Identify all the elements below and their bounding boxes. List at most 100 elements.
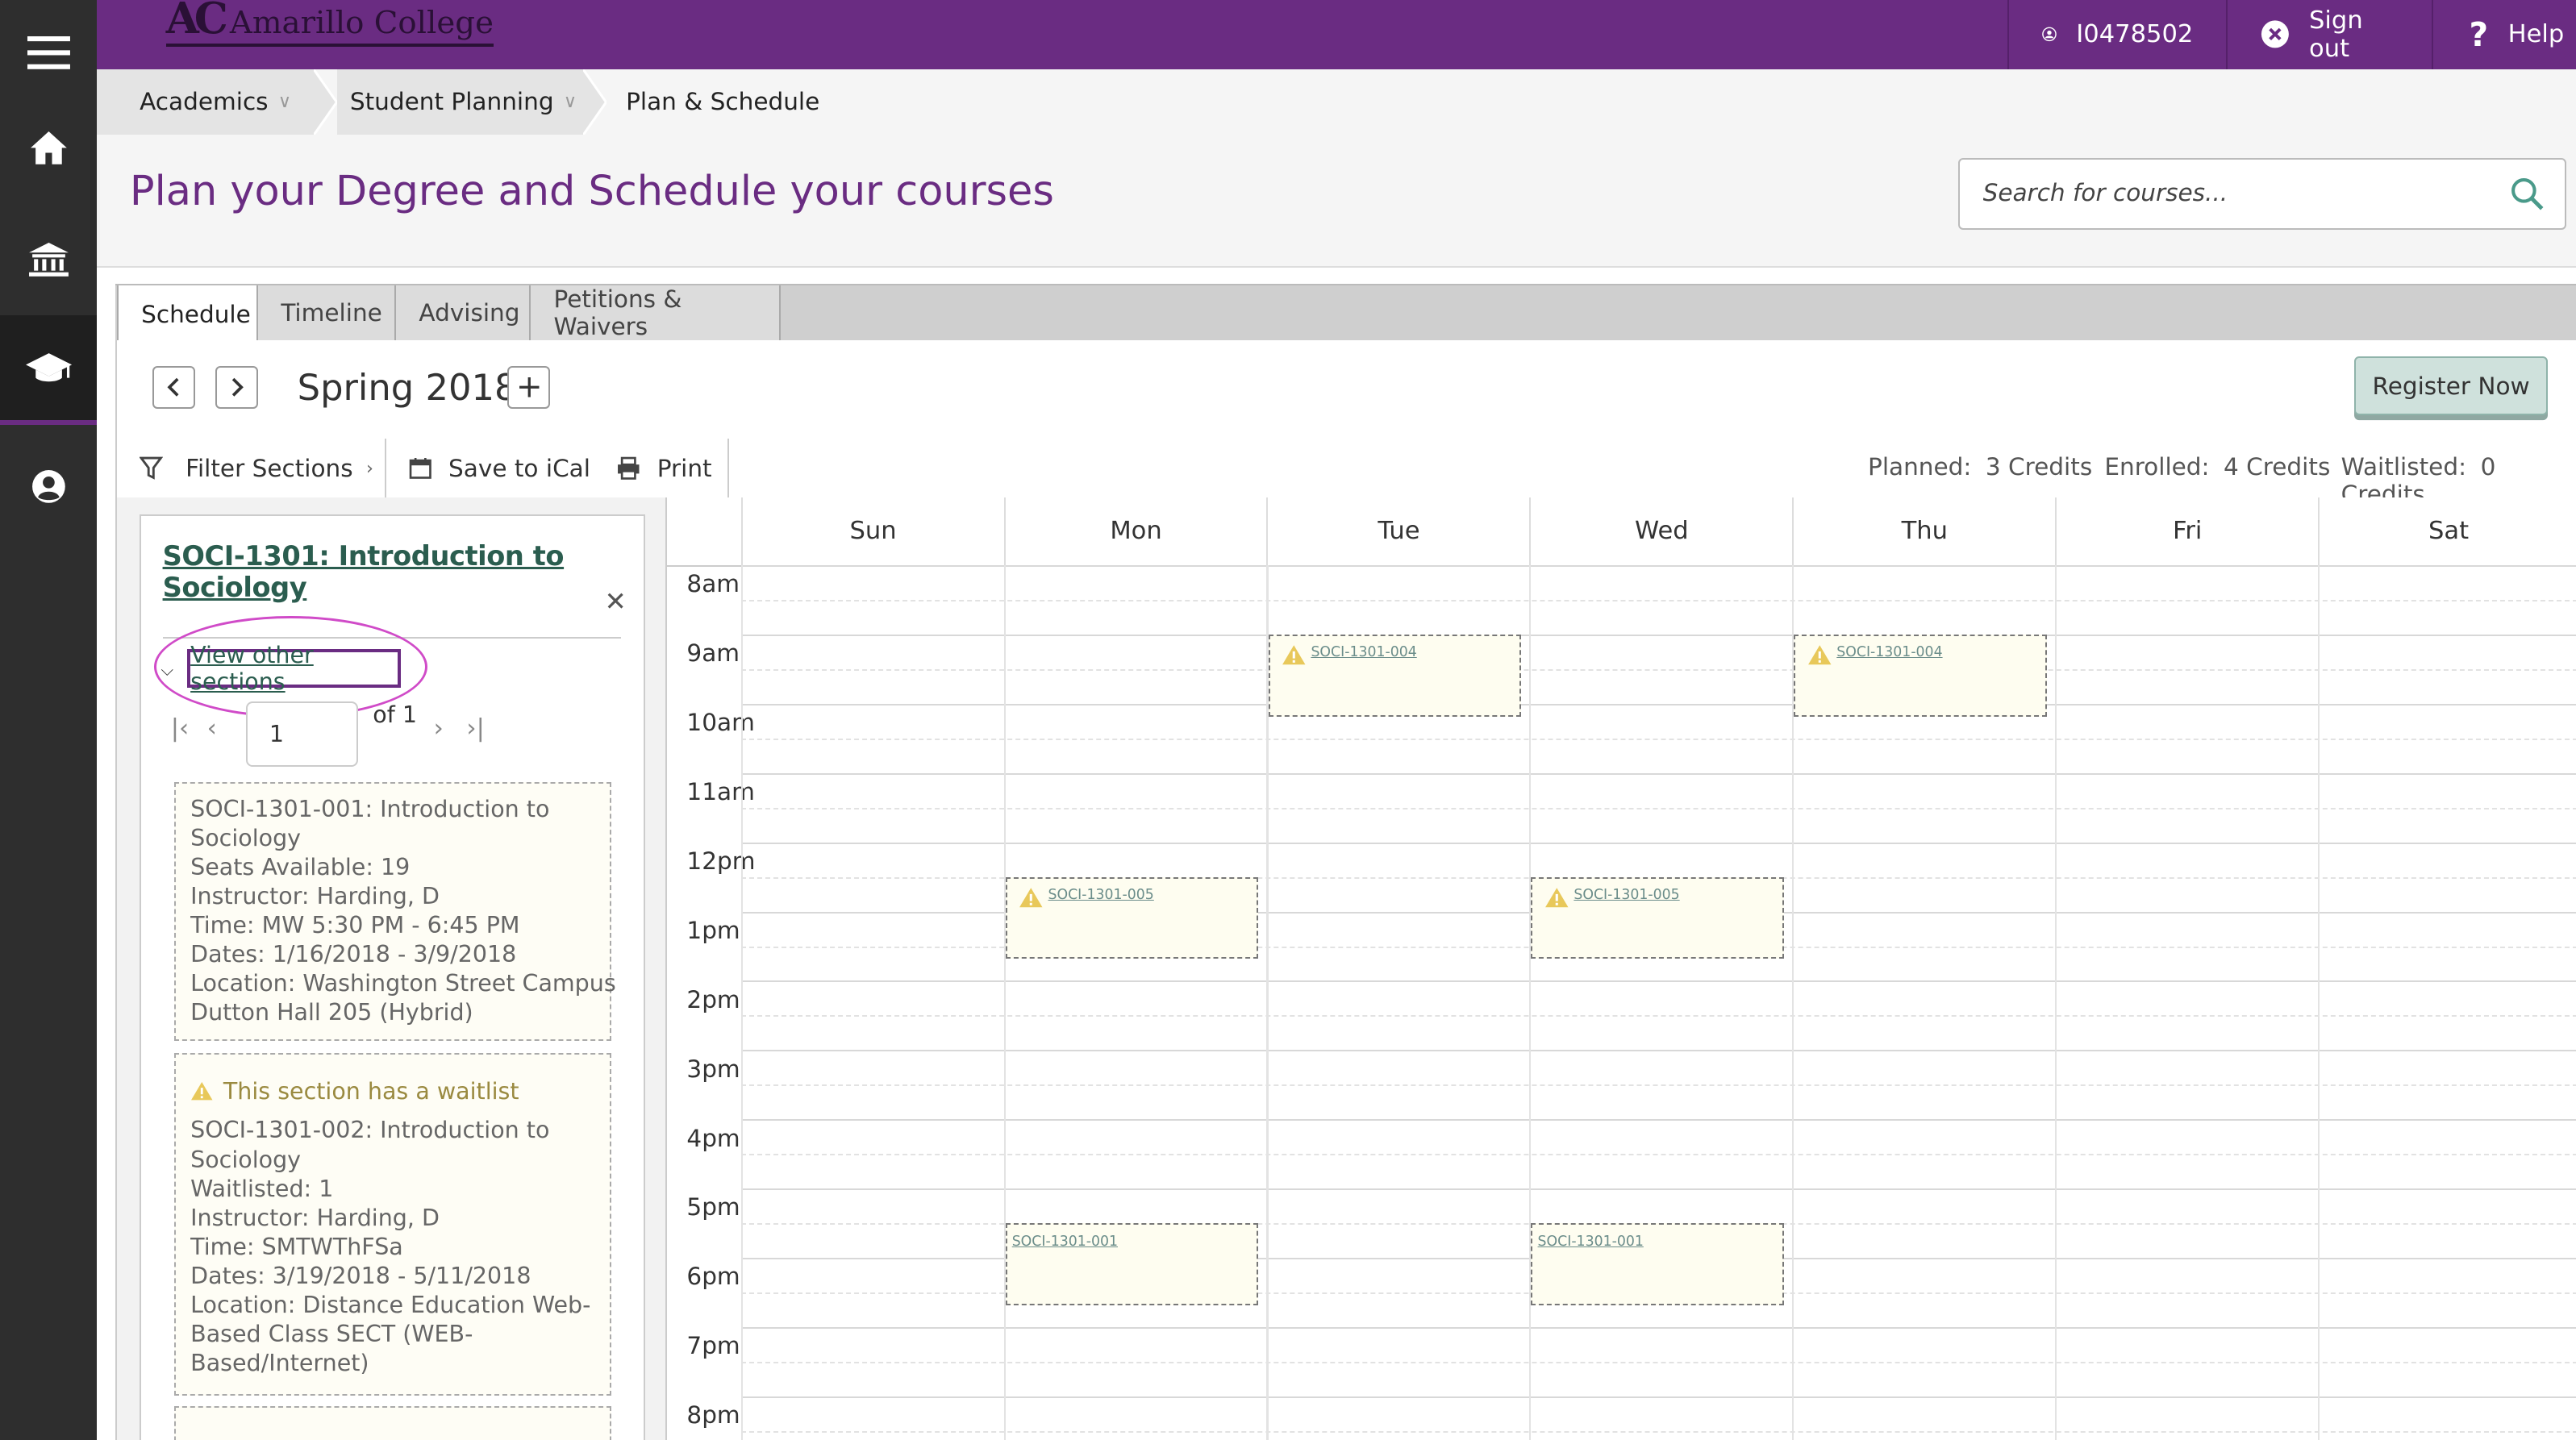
print-label: Print	[657, 454, 712, 482]
course-panel-container: SOCI-1301: Introduction to Sociology ✕ ⌵…	[115, 497, 667, 1440]
breadcrumb-label: Plan & Schedule	[626, 88, 820, 116]
help-button[interactable]: ? Help	[2431, 0, 2576, 69]
section-text: Sociology	[190, 1146, 302, 1173]
hour-label: 11am	[686, 777, 755, 805]
calendar-event[interactable]: SOCI-1301-001	[1005, 1223, 1259, 1306]
tab-label: Advising	[419, 299, 520, 327]
event-label[interactable]: SOCI-1301-005	[1048, 887, 1154, 903]
day-header-thu: Thu	[1792, 497, 2055, 565]
add-term-button[interactable]	[507, 366, 551, 410]
hour-label: 10am	[686, 708, 755, 736]
event-label[interactable]: SOCI-1301-004	[1311, 644, 1416, 660]
course-panel: SOCI-1301: Introduction to Sociology ✕ ⌵…	[140, 514, 646, 1440]
home-icon	[30, 131, 67, 164]
warning-icon	[1019, 887, 1043, 907]
register-now-button[interactable]: Register Now	[2353, 356, 2549, 416]
breadcrumb-student-planning[interactable]: Student Planning ∨	[336, 69, 584, 135]
event-label[interactable]: SOCI-1301-004	[1836, 644, 1942, 660]
previous-page-icon[interactable]: ‹	[207, 714, 217, 743]
event-label[interactable]: SOCI-1301-001	[1012, 1234, 1118, 1250]
tab-advising[interactable]: Advising	[395, 285, 531, 340]
next-term-button[interactable]	[215, 366, 258, 410]
tab-schedule[interactable]: Schedule	[116, 285, 258, 343]
home-button[interactable]	[0, 95, 97, 200]
tab-timeline[interactable]: Timeline	[257, 285, 396, 340]
previous-term-button[interactable]	[152, 366, 196, 410]
next-page-icon[interactable]: ›	[434, 714, 444, 743]
section-text: Time: MW 5:30 PM - 6:45 PM	[190, 912, 520, 939]
hour-line	[740, 1188, 2576, 1191]
warning-icon	[1282, 645, 1306, 665]
left-nav-rail	[0, 0, 98, 1440]
section-text: Instructor: Harding, D	[190, 1204, 440, 1231]
tab-label: Schedule	[141, 301, 251, 329]
chevron-left-icon	[167, 378, 179, 397]
close-icon[interactable]: ✕	[605, 586, 627, 617]
calendar-event[interactable]: SOCI-1301-004	[1794, 634, 2048, 717]
help-icon: ?	[2469, 15, 2489, 54]
breadcrumb-separator	[583, 69, 606, 135]
half-hour-line	[740, 1154, 2576, 1156]
warning-icon	[1544, 887, 1569, 907]
term-navigation: Spring 2018 Register Now	[115, 339, 2576, 440]
filter-sections-button[interactable]: Filter Sections ›	[140, 439, 373, 497]
calendar-event[interactable]: SOCI-1301-001	[1531, 1223, 1785, 1306]
hour-line	[740, 842, 2576, 844]
planned-label: Planned:	[1868, 453, 1972, 481]
schedule-toolbar: Filter Sections › Save to iCal Print Pla…	[115, 438, 2576, 508]
print-button[interactable]: Print	[616, 439, 712, 497]
hour-line	[740, 1327, 2576, 1330]
user-id: I0478502	[2076, 20, 2194, 49]
breadcrumb-plan-schedule: Plan & Schedule	[626, 69, 819, 135]
calendar-icon	[409, 458, 431, 480]
event-label[interactable]: SOCI-1301-005	[1574, 887, 1679, 903]
hour-label: 1pm	[686, 916, 740, 944]
search-icon[interactable]	[2509, 176, 2545, 212]
save-to-ical-button[interactable]: Save to iCal	[409, 439, 590, 497]
waitlisted-label: Waitlisted:	[2340, 453, 2467, 481]
day-header-fri: Fri	[2055, 497, 2318, 565]
section-card[interactable]	[173, 1405, 611, 1440]
course-title-link[interactable]: SOCI-1301: Introduction to Sociology	[163, 540, 644, 603]
day-header-mon: Mon	[1003, 497, 1267, 565]
user-icon	[2042, 27, 2057, 42]
calendar-event[interactable]: SOCI-1301-005	[1531, 876, 1785, 959]
tab-label: Timeline	[281, 299, 382, 327]
menu-button[interactable]	[0, 0, 97, 105]
calendar-event[interactable]: SOCI-1301-005	[1005, 876, 1259, 959]
day-header-sun: Sun	[740, 497, 1004, 565]
hour-line	[740, 772, 2576, 775]
breadcrumb-academics[interactable]: Academics ∨	[97, 69, 315, 135]
hour-label: 9am	[686, 639, 740, 667]
view-other-sections-button[interactable]: View other sections	[187, 642, 401, 695]
search-input[interactable]	[1979, 177, 2479, 209]
section-text: Based/Internet)	[190, 1349, 369, 1376]
college-logo[interactable]: AC Amarillo College	[165, 0, 494, 47]
hour-label: 5pm	[686, 1193, 740, 1222]
chevron-down-icon[interactable]: ⌵	[161, 660, 173, 680]
plus-icon	[519, 377, 540, 397]
bank-icon	[28, 243, 69, 277]
day-column-line	[2055, 564, 2057, 1440]
half-hour-line	[740, 807, 2576, 809]
breadcrumb-label: Academics	[140, 88, 269, 116]
section-card[interactable]: SOCI-1301-001: Introduction to Sociology…	[173, 781, 616, 1042]
tab-petitions-waivers[interactable]: Petitions & Waivers	[530, 285, 781, 340]
finance-button[interactable]	[0, 207, 97, 312]
profile-button[interactable]	[0, 434, 97, 539]
section-card[interactable]: This section has a waitlist SOCI-1301-00…	[173, 1052, 611, 1396]
hour-line	[740, 1050, 2576, 1052]
sign-out-label: Sign out	[2309, 6, 2363, 63]
last-page-icon[interactable]: ›|	[466, 714, 485, 743]
user-menu[interactable]: I0478502	[2007, 0, 2226, 69]
day-header-tue: Tue	[1266, 497, 1529, 565]
first-page-icon[interactable]: |‹	[171, 714, 190, 743]
academics-button[interactable]	[0, 315, 98, 426]
calendar-event[interactable]: SOCI-1301-004	[1268, 634, 1522, 717]
hour-line	[740, 1396, 2576, 1399]
event-label[interactable]: SOCI-1301-001	[1538, 1234, 1644, 1250]
half-hour-line	[740, 1362, 2576, 1364]
sign-out-button[interactable]: Sign out	[2226, 0, 2432, 69]
page-number-input[interactable]: 1	[246, 701, 358, 768]
ical-label: Save to iCal	[448, 454, 590, 482]
